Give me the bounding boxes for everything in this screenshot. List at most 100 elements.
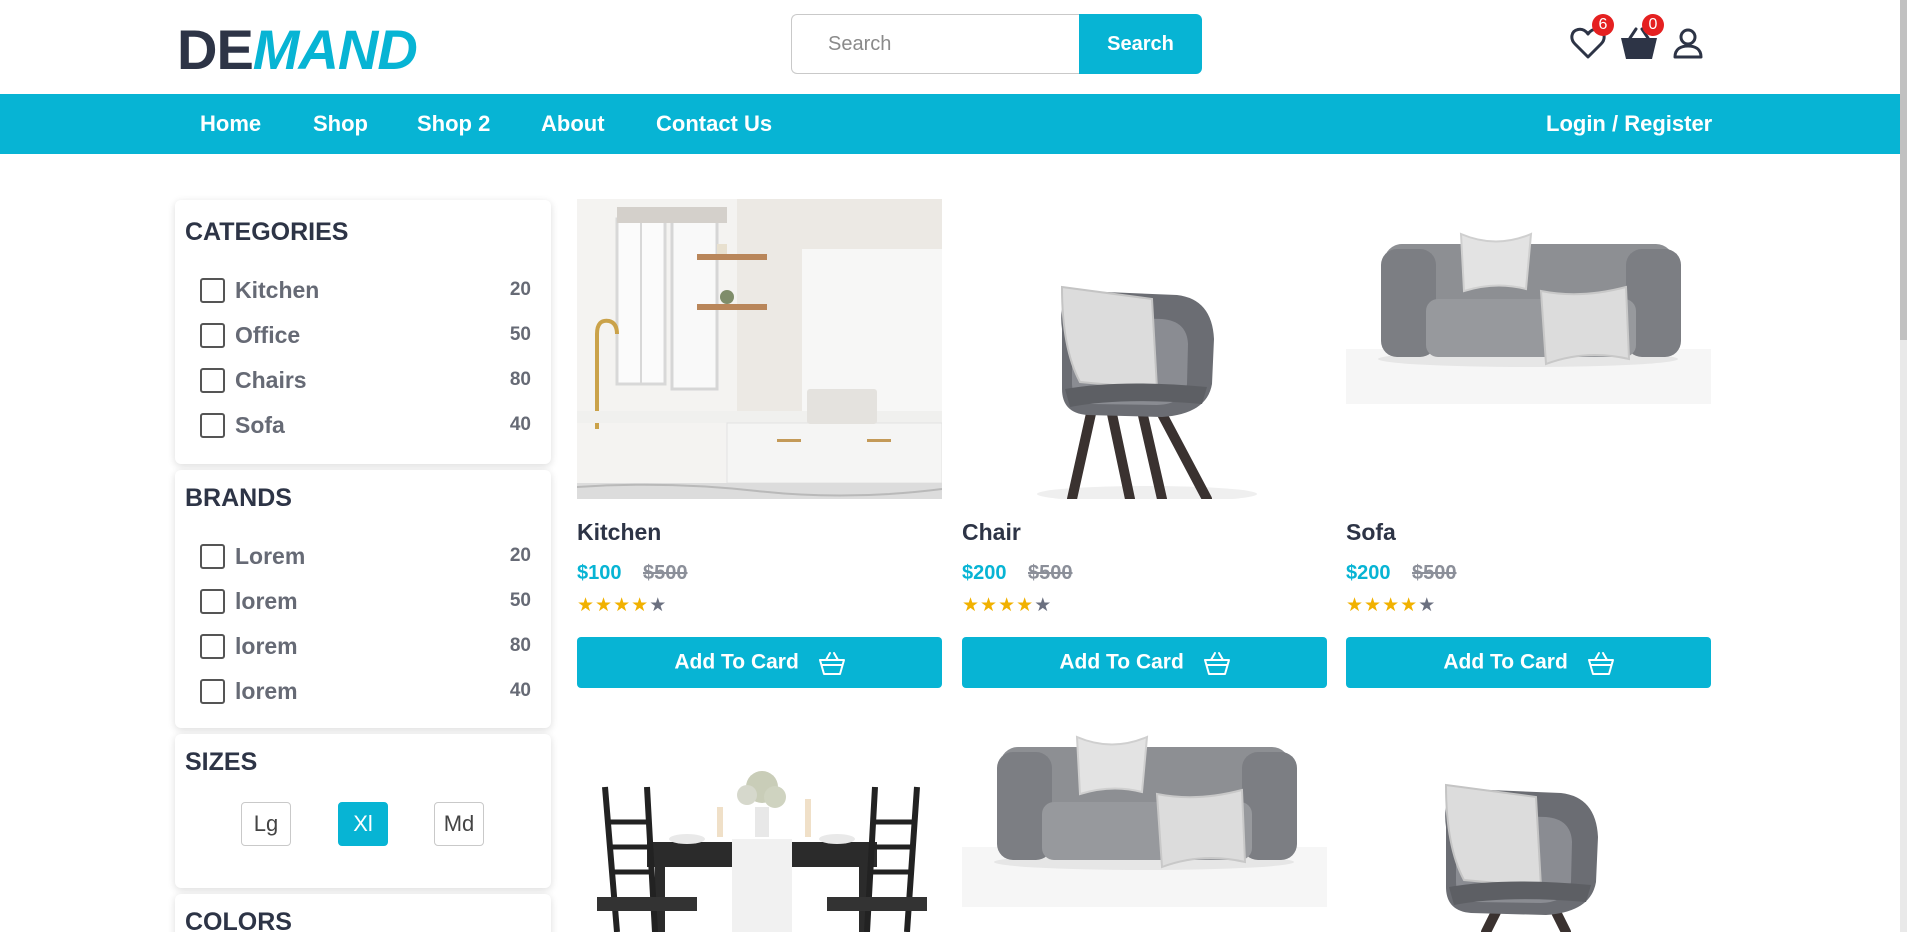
category-checkbox[interactable]: [200, 323, 225, 348]
add-to-cart-button[interactable]: Add To Card: [577, 637, 942, 688]
main-nav: Home Shop Shop 2 About Contact Us Login …: [0, 94, 1900, 154]
size-option-xl[interactable]: Xl: [338, 802, 388, 846]
brand-row[interactable]: Lorem 20: [200, 542, 531, 570]
sizes-title: SIZES: [185, 748, 258, 776]
star-icon: ★: [631, 595, 650, 616]
brand-logo[interactable]: DEMAND: [177, 18, 418, 82]
category-count: 80: [509, 369, 531, 390]
category-row[interactable]: Chairs 80: [200, 366, 531, 394]
nav-contact-us[interactable]: Contact Us: [656, 94, 772, 154]
product-old-price: $500: [1412, 562, 1457, 584]
product-card: Chair $200 $500 ★★★★★ Add To Card: [962, 199, 1327, 689]
nav-shop[interactable]: Shop: [313, 94, 368, 154]
add-to-cart-label: Add To Card: [1443, 650, 1568, 674]
product-image-chair[interactable]: [1346, 727, 1711, 932]
brand-checkbox[interactable]: [200, 679, 225, 704]
wishlist-button[interactable]: 6: [1570, 14, 1614, 65]
brand-count: 50: [509, 590, 531, 611]
nav-login-register[interactable]: Login / Register: [1546, 94, 1712, 154]
basket-icon: [1587, 651, 1614, 675]
product-image-kitchen[interactable]: [577, 199, 942, 499]
brand-row[interactable]: lorem 40: [200, 677, 531, 705]
brand-row[interactable]: lorem 50: [200, 587, 531, 615]
add-to-cart-label: Add To Card: [674, 650, 799, 674]
nav-home[interactable]: Home: [200, 94, 261, 154]
brand-label: Lorem: [235, 543, 306, 569]
product-card: [1346, 727, 1711, 932]
user-icon: [1673, 28, 1703, 59]
product-card: [962, 727, 1327, 932]
brand-count: 20: [509, 545, 531, 566]
product-old-price: $500: [1028, 562, 1073, 584]
category-label: Chairs: [235, 367, 307, 393]
chair-photo: [1346, 727, 1711, 932]
product-image-dining-table[interactable]: [577, 727, 942, 932]
star-icon: ★: [1400, 595, 1419, 616]
brands-panel: BRANDS Lorem 20 lorem 50 lorem 80 lorem …: [175, 470, 551, 728]
product-title[interactable]: Chair: [962, 519, 1021, 546]
kitchen-photo: [577, 199, 942, 499]
category-checkbox[interactable]: [200, 278, 225, 303]
brand-checkbox[interactable]: [200, 544, 225, 569]
page: DEMAND Search 6 0 Home: [0, 0, 1907, 932]
brand-checkbox[interactable]: [200, 634, 225, 659]
nav-about[interactable]: About: [541, 94, 605, 154]
category-checkbox[interactable]: [200, 368, 225, 393]
size-option-md[interactable]: Md: [434, 802, 484, 846]
category-count: 50: [509, 324, 531, 345]
scrollbar-thumb[interactable]: [1900, 0, 1907, 340]
product-old-price: $500: [643, 562, 688, 584]
brand-count: 80: [509, 635, 531, 656]
sofa-photo: [962, 727, 1327, 932]
product-price: $200: [962, 562, 1007, 584]
product-card: [577, 727, 942, 932]
brand-count: 40: [509, 680, 531, 701]
product-image-sofa[interactable]: [962, 727, 1327, 932]
category-row[interactable]: Sofa 40: [200, 411, 531, 439]
brand-row[interactable]: lorem 80: [200, 632, 531, 660]
product-price: $200: [1346, 562, 1391, 584]
product-rating: ★★★★★: [1346, 595, 1436, 617]
account-button[interactable]: [1672, 27, 1704, 64]
product-rating: ★★★★★: [962, 595, 1052, 617]
search-button[interactable]: Search: [1079, 14, 1202, 74]
product-price: $100: [577, 562, 622, 584]
page-scrollbar[interactable]: [1900, 0, 1907, 932]
star-icon: ★: [1016, 595, 1035, 616]
basket-icon: [818, 651, 845, 675]
search-input[interactable]: [791, 14, 1079, 74]
chair-photo: [962, 199, 1327, 499]
star-icon: ★: [577, 595, 596, 616]
product-card: Sofa $200 $500 ★★★★★ Add To Card: [1346, 199, 1711, 689]
categories-title: CATEGORIES: [185, 218, 349, 246]
category-row[interactable]: Kitchen 20: [200, 276, 531, 304]
size-option-lg[interactable]: Lg: [241, 802, 291, 846]
nav-shop-2[interactable]: Shop 2: [417, 94, 490, 154]
product-image-chair[interactable]: [962, 199, 1327, 499]
basket-icon: [1203, 651, 1230, 675]
brand-label: lorem: [235, 588, 298, 614]
cart-button[interactable]: 0: [1620, 14, 1664, 65]
star-icon: ★: [1418, 595, 1437, 616]
product-image-sofa[interactable]: [1346, 199, 1711, 499]
cart-count-badge: 0: [1642, 14, 1664, 36]
product-title[interactable]: Kitchen: [577, 519, 661, 546]
sofa-photo: [1346, 199, 1711, 499]
star-icon: ★: [980, 595, 999, 616]
add-to-cart-button[interactable]: Add To Card: [962, 637, 1327, 688]
brands-title: BRANDS: [185, 484, 292, 512]
brand-label: lorem: [235, 678, 298, 704]
category-row[interactable]: Office 50: [200, 321, 531, 349]
star-icon: ★: [1034, 595, 1053, 616]
add-to-cart-label: Add To Card: [1059, 650, 1184, 674]
search-bar: Search: [791, 14, 1202, 74]
brand-checkbox[interactable]: [200, 589, 225, 614]
add-to-cart-button[interactable]: Add To Card: [1346, 637, 1711, 688]
brand-logo-part2: MAND: [252, 18, 418, 81]
product-card: Kitchen $100 $500 ★★★★★ Add To Card: [577, 199, 942, 689]
category-checkbox[interactable]: [200, 413, 225, 438]
category-label: Kitchen: [235, 277, 320, 303]
brand-logo-part1: DE: [177, 18, 254, 81]
star-icon: ★: [1382, 595, 1401, 616]
product-title[interactable]: Sofa: [1346, 519, 1396, 546]
